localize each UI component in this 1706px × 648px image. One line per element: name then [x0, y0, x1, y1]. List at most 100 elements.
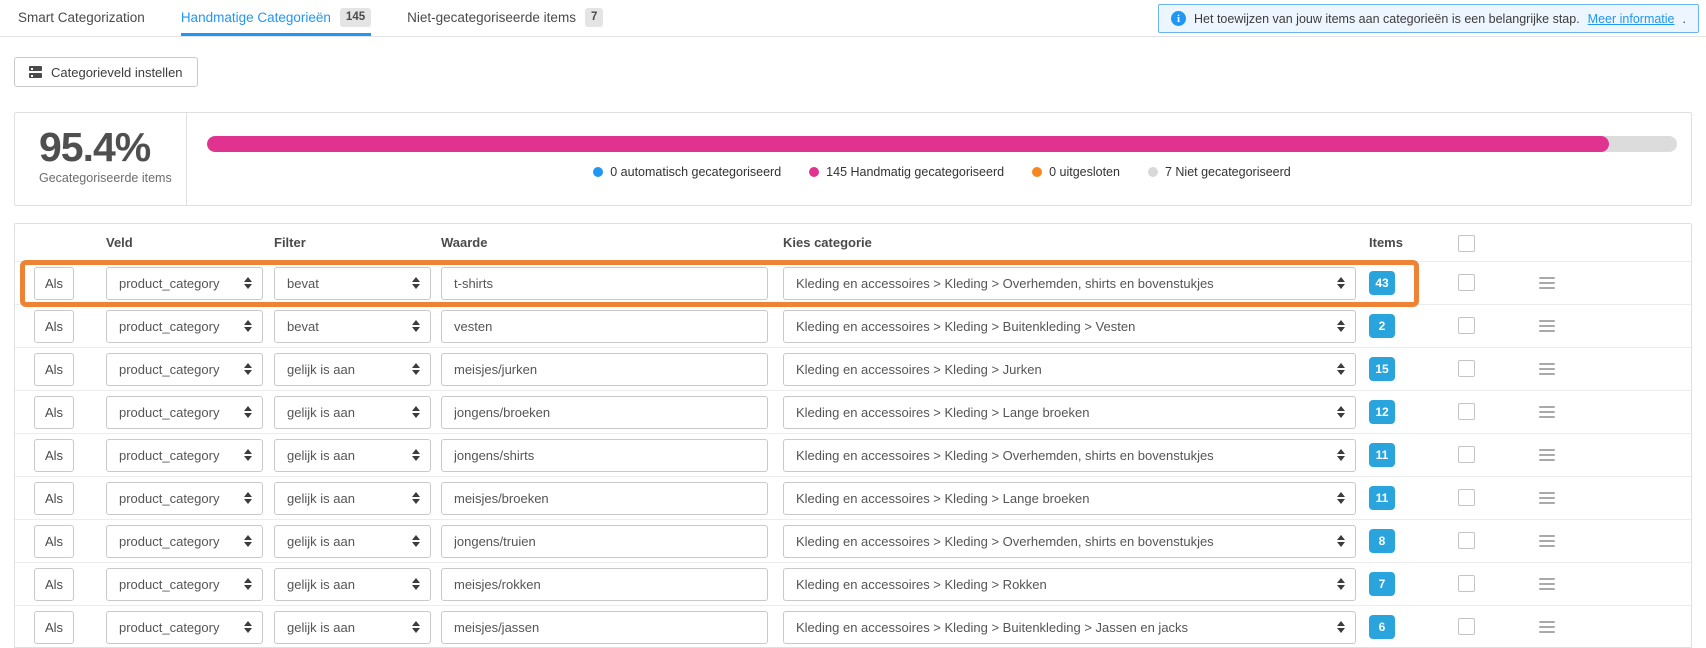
category-select[interactable]: Kleding en accessoires > Kleding > Lange…	[783, 482, 1356, 515]
filter-select[interactable]: gelijk is aan	[274, 525, 431, 558]
value-input[interactable]	[441, 439, 768, 472]
tab-label: Smart Categorization	[18, 10, 145, 25]
updown-icon	[244, 535, 252, 547]
field-select[interactable]: product_category	[106, 525, 263, 558]
value-input[interactable]	[441, 525, 768, 558]
als-button[interactable]: Als	[34, 525, 74, 558]
field-select-value: product_category	[119, 577, 219, 592]
filter-select-value: gelijk is aan	[287, 577, 355, 592]
row-checkbox[interactable]	[1458, 360, 1475, 377]
set-category-field-button[interactable]: Categorieveld instellen	[14, 57, 198, 87]
field-select[interactable]: product_category	[106, 310, 263, 343]
value-input[interactable]	[441, 396, 768, 429]
row-checkbox[interactable]	[1458, 618, 1475, 635]
row-checkbox[interactable]	[1458, 489, 1475, 506]
filter-select[interactable]: gelijk is aan	[274, 396, 431, 429]
more-info-link[interactable]: Meer informatie	[1588, 12, 1675, 26]
updown-icon	[412, 578, 420, 590]
row-checkbox[interactable]	[1458, 446, 1475, 463]
filter-select[interactable]: gelijk is aan	[274, 353, 431, 386]
als-button[interactable]: Als	[34, 568, 74, 601]
drag-handle-icon[interactable]	[1539, 449, 1555, 464]
tab-smart-categorization[interactable]: Smart Categorization	[18, 0, 145, 36]
updown-icon	[244, 277, 252, 289]
legend-item: 0 automatisch gecategoriseerd	[593, 165, 781, 179]
header-kies-categorie: Kies categorie	[783, 235, 1369, 250]
drag-handle-icon[interactable]	[1539, 621, 1555, 636]
drag-handle-icon[interactable]	[1539, 363, 1555, 378]
filter-select-value: gelijk is aan	[287, 534, 355, 549]
filter-select[interactable]: gelijk is aan	[274, 611, 431, 644]
value-input[interactable]	[441, 611, 768, 644]
row-checkbox[interactable]	[1458, 274, 1475, 291]
als-button[interactable]: Als	[34, 439, 74, 472]
row-checkbox[interactable]	[1458, 575, 1475, 592]
field-select[interactable]: product_category	[106, 267, 263, 300]
value-input[interactable]	[441, 353, 768, 386]
field-select[interactable]: product_category	[106, 611, 263, 644]
category-select[interactable]: Kleding en accessoires > Kleding > Buite…	[783, 611, 1356, 644]
legend-label: 0 automatisch gecategoriseerd	[610, 165, 781, 179]
tab-niet-gecategoriseerde-items[interactable]: Niet-gecategoriseerde items 7	[407, 0, 603, 36]
rule-row: Als product_category gelijk is aan Kledi…	[15, 390, 1691, 433]
filter-select[interactable]: bevat	[274, 310, 431, 343]
row-checkbox[interactable]	[1458, 403, 1475, 420]
category-select[interactable]: Kleding en accessoires > Kleding > Lange…	[783, 396, 1356, 429]
field-select[interactable]: product_category	[106, 396, 263, 429]
filter-select-value: gelijk is aan	[287, 620, 355, 635]
category-select[interactable]: Kleding en accessoires > Kleding > Rokke…	[783, 568, 1356, 601]
items-badge: 6	[1369, 615, 1395, 639]
category-select[interactable]: Kleding en accessoires > Kleding > Overh…	[783, 267, 1356, 300]
als-button[interactable]: Als	[34, 482, 74, 515]
value-input[interactable]	[441, 310, 768, 343]
updown-icon	[1337, 363, 1345, 375]
tab-label: Niet-gecategoriseerde items	[407, 10, 576, 25]
filter-select[interactable]: bevat	[274, 267, 431, 300]
updown-icon	[1337, 449, 1345, 461]
field-select-value: product_category	[119, 362, 219, 377]
filter-select[interactable]: gelijk is aan	[274, 568, 431, 601]
legend-label: 7 Niet gecategoriseerd	[1165, 165, 1291, 179]
updown-icon	[1337, 492, 1345, 504]
value-input[interactable]	[441, 482, 768, 515]
category-select[interactable]: Kleding en accessoires > Kleding > Buite…	[783, 310, 1356, 343]
drag-handle-icon[interactable]	[1539, 320, 1555, 335]
updown-icon	[1337, 535, 1345, 547]
legend-dot	[1148, 167, 1158, 177]
stats-detail: 0 automatisch gecategoriseerd 145 Handma…	[187, 113, 1691, 205]
value-input[interactable]	[441, 267, 768, 300]
updown-icon	[412, 535, 420, 547]
als-button[interactable]: Als	[34, 396, 74, 429]
als-button[interactable]: Als	[34, 267, 74, 300]
field-select[interactable]: product_category	[106, 353, 263, 386]
filter-select[interactable]: gelijk is aan	[274, 439, 431, 472]
field-select[interactable]: product_category	[106, 439, 263, 472]
als-button[interactable]: Als	[34, 310, 74, 343]
filter-select-value: gelijk is aan	[287, 448, 355, 463]
als-button[interactable]: Als	[34, 611, 74, 644]
drag-handle-icon[interactable]	[1539, 535, 1555, 550]
category-select[interactable]: Kleding en accessoires > Kleding > Overh…	[783, 439, 1356, 472]
tab-handmatige-categorieen[interactable]: Handmatige Categorieën 145	[181, 0, 371, 36]
select-all-checkbox[interactable]	[1458, 235, 1475, 252]
field-select[interactable]: product_category	[106, 482, 263, 515]
rule-row: Als product_category bevat Kleding en ac…	[15, 304, 1691, 347]
row-checkbox[interactable]	[1458, 532, 1475, 549]
category-select[interactable]: Kleding en accessoires > Kleding > Overh…	[783, 525, 1356, 558]
drag-handle-icon[interactable]	[1539, 578, 1555, 593]
progress-bar	[207, 136, 1677, 152]
updown-icon	[412, 449, 420, 461]
categorized-percent: 95.4%	[39, 125, 186, 170]
updown-icon	[412, 277, 420, 289]
field-select[interactable]: product_category	[106, 568, 263, 601]
als-button[interactable]: Als	[34, 353, 74, 386]
header-filter: Filter	[274, 235, 441, 250]
value-input[interactable]	[441, 568, 768, 601]
row-checkbox[interactable]	[1458, 317, 1475, 334]
drag-handle-icon[interactable]	[1539, 406, 1555, 421]
updown-icon	[244, 621, 252, 633]
drag-handle-icon[interactable]	[1539, 277, 1555, 292]
filter-select[interactable]: gelijk is aan	[274, 482, 431, 515]
drag-handle-icon[interactable]	[1539, 492, 1555, 507]
category-select[interactable]: Kleding en accessoires > Kleding > Jurke…	[783, 353, 1356, 386]
